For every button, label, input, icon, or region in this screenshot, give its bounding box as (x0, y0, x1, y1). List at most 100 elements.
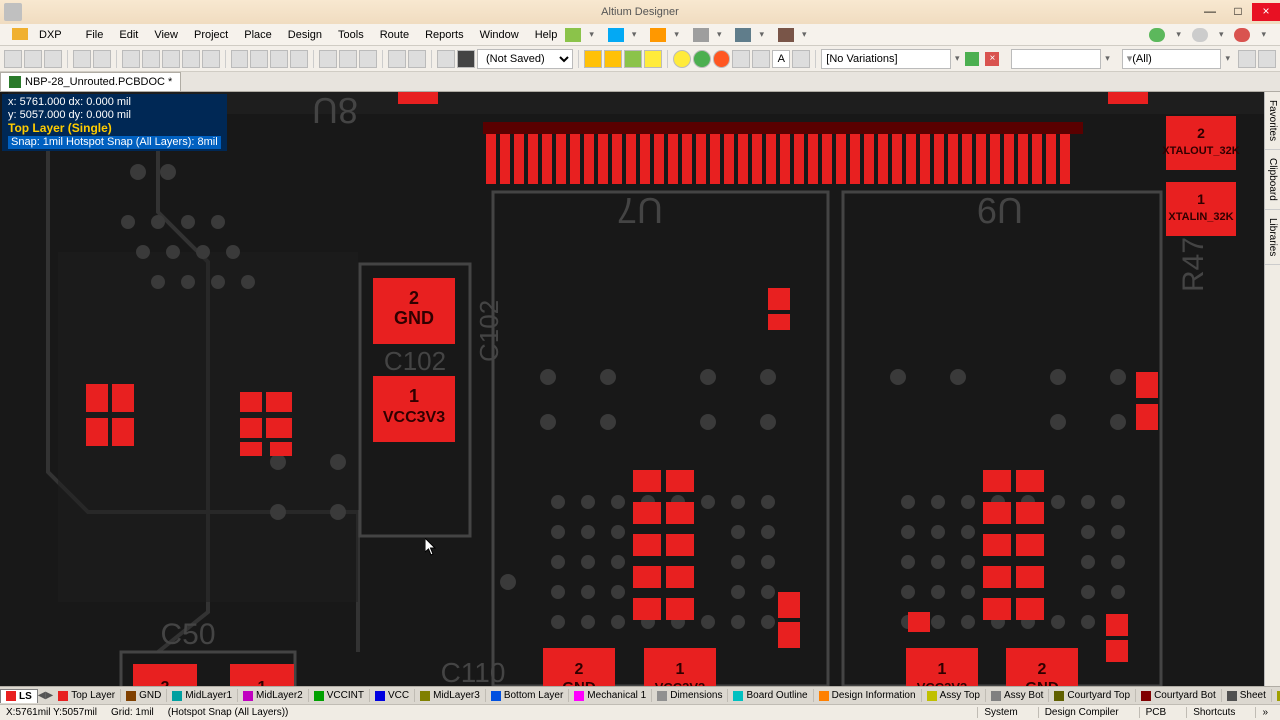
panel-design-compiler[interactable]: Design Compiler (1038, 707, 1125, 718)
tool-icon[interactable] (339, 50, 357, 68)
tool-icon[interactable] (182, 50, 200, 68)
close-button[interactable]: × (1252, 3, 1280, 21)
copy-icon[interactable] (250, 50, 268, 68)
print-icon[interactable] (73, 50, 91, 68)
menu-tools[interactable]: Tools (330, 27, 372, 43)
svg-text:VCC3V3: VCC3V3 (383, 409, 445, 426)
status-bar: X:5761mil Y:5057mil Grid: 1mil (Hotspot … (0, 704, 1280, 720)
menu-project[interactable]: Project (186, 27, 236, 43)
swatch-icon (965, 52, 979, 66)
layer-tab-mech1[interactable]: Mechanical 1 (569, 689, 652, 702)
route-icon[interactable] (604, 50, 622, 68)
panel-clipboard[interactable]: Clipboard (1265, 150, 1280, 210)
panel-pcb[interactable]: PCB (1139, 707, 1173, 718)
cut-icon[interactable] (231, 50, 249, 68)
shape-icon[interactable] (732, 50, 750, 68)
svg-text:1: 1 (676, 661, 685, 678)
toolbar-icon[interactable] (608, 28, 624, 42)
route-icon[interactable] (584, 50, 602, 68)
layer-tab-board-outline[interactable]: Board Outline (728, 689, 813, 702)
preview-icon[interactable] (93, 50, 111, 68)
menu-route[interactable]: Route (372, 27, 417, 43)
menu-place[interactable]: Place (236, 27, 280, 43)
layer-tab-dimensions[interactable]: Dimensions (652, 689, 728, 702)
layer-nav-right[interactable]: ▶ (45, 690, 53, 701)
panel-shortcuts[interactable]: Shortcuts (1186, 707, 1241, 718)
layer-tab-gnd[interactable]: GND (121, 689, 167, 702)
paste-icon[interactable] (270, 50, 288, 68)
open-icon[interactable] (24, 50, 42, 68)
layer-tab-courtyard-top[interactable]: Courtyard Top (1049, 689, 1136, 702)
panel-libraries[interactable]: Libraries (1265, 210, 1280, 265)
tool-icon[interactable] (142, 50, 160, 68)
layer-tab-top[interactable]: Top Layer (53, 689, 121, 702)
tool-icon[interactable] (290, 50, 308, 68)
tool-icon[interactable] (437, 50, 455, 68)
menu-design[interactable]: Design (280, 27, 330, 43)
layer-tab-vcc[interactable]: VCC (370, 689, 415, 702)
shape-icon[interactable] (713, 50, 731, 68)
save-icon[interactable] (44, 50, 62, 68)
shape-icon[interactable] (673, 50, 691, 68)
layer-tab-bottom[interactable]: Bottom Layer (486, 689, 569, 702)
layer-nav-left[interactable]: ◀ (38, 690, 46, 701)
clear-variation-icon[interactable]: × (985, 52, 999, 66)
layer-tab-mid1[interactable]: MidLayer1 (167, 689, 238, 702)
layer-tab-sheet-mirror[interactable]: Sheet Mirror (1272, 689, 1280, 702)
not-saved-combo[interactable]: (Not Saved) (477, 49, 573, 69)
layer-tab-assy-top[interactable]: Assy Top (922, 689, 986, 702)
filter-icon[interactable] (1238, 50, 1256, 68)
tool-icon[interactable] (162, 50, 180, 68)
menu-view[interactable]: View (146, 27, 186, 43)
nav-forward-icon[interactable] (1192, 28, 1208, 42)
shape-icon[interactable] (752, 50, 770, 68)
pcb-canvas[interactable]: x: 5761.000 dx: 0.000 mil y: 5057.000 dy… (0, 92, 1280, 686)
layer-tab-mid2[interactable]: MidLayer2 (238, 689, 309, 702)
nav-back-icon[interactable] (1149, 28, 1165, 42)
toolbar-icon[interactable] (778, 28, 794, 42)
minimize-button[interactable]: — (1196, 3, 1224, 21)
maximize-button[interactable]: □ (1224, 3, 1252, 21)
panel-system[interactable]: System (977, 707, 1023, 718)
route-icon[interactable] (644, 50, 662, 68)
toolbar-icon[interactable] (693, 28, 709, 42)
layer-tab-design-info[interactable]: Design Information (814, 689, 922, 702)
tool-icon[interactable] (319, 50, 337, 68)
shape-icon[interactable] (792, 50, 810, 68)
document-tab[interactable]: NBP-28_Unrouted.PCBDOC * (0, 72, 181, 91)
tool-icon[interactable] (122, 50, 140, 68)
layer-tab-assy-bot[interactable]: Assy Bot (986, 689, 1049, 702)
menu-edit[interactable]: Edit (111, 27, 146, 43)
layer-tab-vccint[interactable]: VCCINT (309, 689, 370, 702)
redo-icon[interactable] (408, 50, 426, 68)
menu-help[interactable]: Help (527, 27, 566, 43)
tool-icon[interactable] (202, 50, 220, 68)
panel-more-icon[interactable]: » (1255, 707, 1274, 718)
layer-tab-sheet[interactable]: Sheet (1222, 689, 1272, 702)
route-icon[interactable] (624, 50, 642, 68)
filter-combo[interactable]: ▾ (All) (1122, 49, 1222, 69)
menu-file[interactable]: File (78, 27, 112, 43)
toolbar-icon[interactable] (650, 28, 666, 42)
variations-combo[interactable]: [No Variations] (821, 49, 951, 69)
new-icon[interactable] (4, 50, 22, 68)
tool-icon[interactable] (359, 50, 377, 68)
text-icon[interactable]: A (772, 50, 790, 68)
filter-icon[interactable] (1258, 50, 1276, 68)
toolbar-icon[interactable] (735, 28, 751, 42)
layer-set-button[interactable]: LS (0, 689, 38, 703)
menu-reports[interactable]: Reports (417, 27, 472, 43)
svg-text:GND: GND (394, 308, 434, 328)
layer-tab-mid3[interactable]: MidLayer3 (415, 689, 486, 702)
undo-icon[interactable] (388, 50, 406, 68)
toolbar-icon[interactable] (565, 28, 581, 42)
menu-window[interactable]: Window (472, 27, 527, 43)
nav-home-icon[interactable] (1234, 28, 1250, 42)
layer-tab-courtyard-bot[interactable]: Courtyard Bot (1136, 689, 1222, 702)
shape-icon[interactable] (693, 50, 711, 68)
menu-dxp[interactable]: DXP (4, 26, 78, 43)
layer-tabs: LS ◀ ▶ Top Layer GND MidLayer1 MidLayer2… (0, 686, 1280, 704)
combo-empty[interactable] (1011, 49, 1101, 69)
tool-icon[interactable] (457, 50, 475, 68)
panel-favorites[interactable]: Favorites (1265, 92, 1280, 150)
